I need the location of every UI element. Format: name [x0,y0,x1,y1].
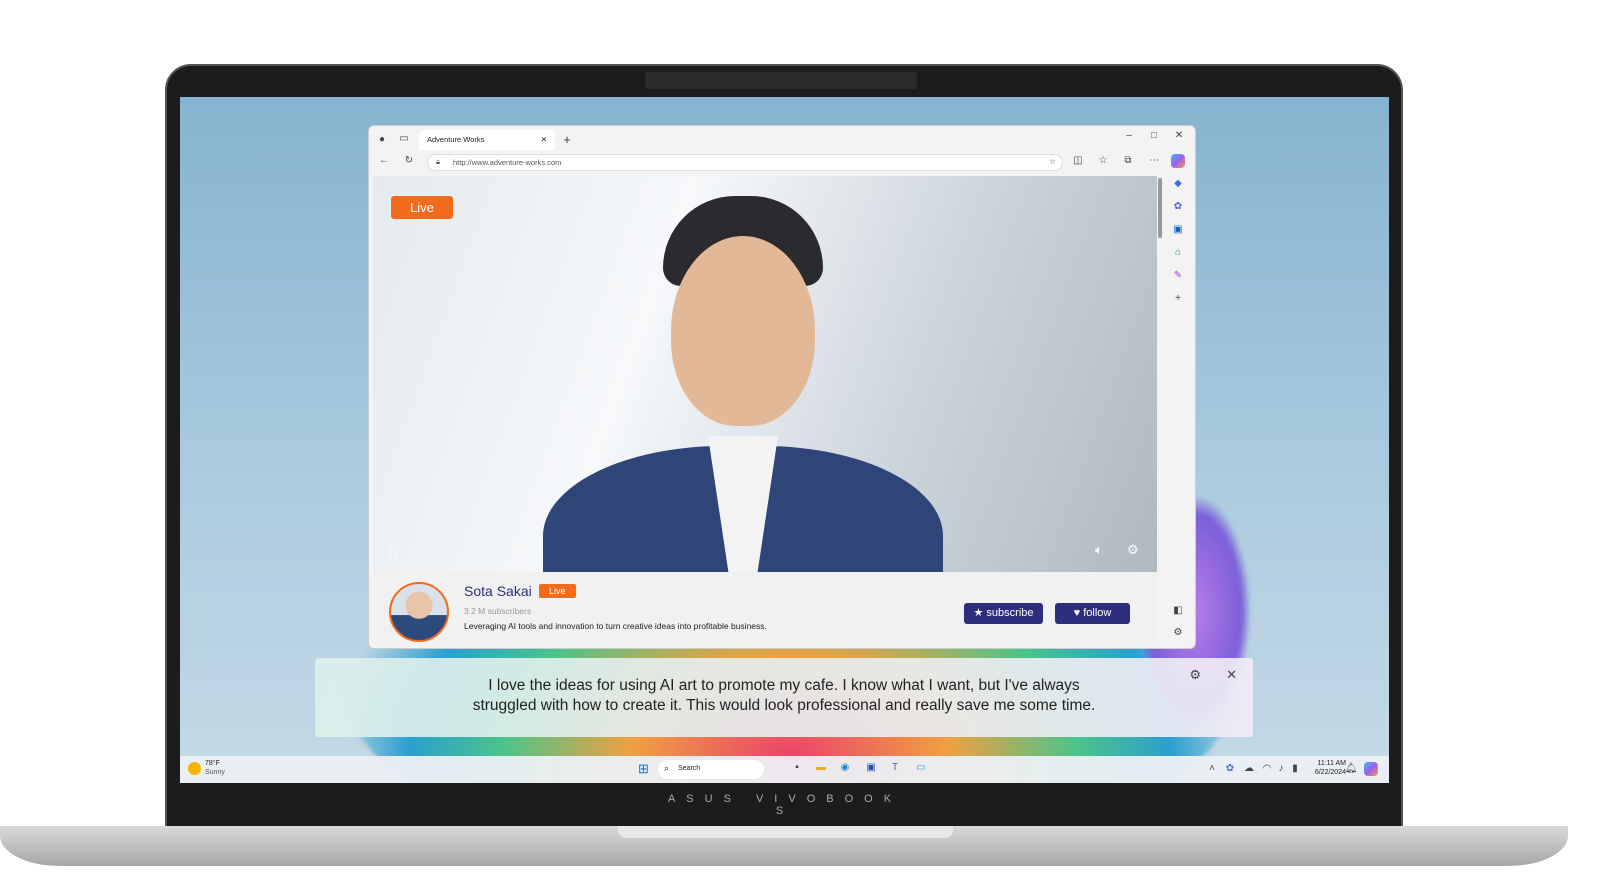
search-box[interactable]: ⌕ Search [658,760,764,779]
channel-info: Sota Sakai Live 3.2 M subscribers Levera… [373,572,1157,646]
laptop-brand: ASUS VIVOBOOK S [667,793,903,817]
follow-button[interactable]: ♥ follow [1055,603,1130,624]
screen: ● ▭ Adventure Works ✕ + – □ ✕ ← ↻ 🔒︎ http:… [180,97,1389,783]
browser-window: ● ▭ Adventure Works ✕ + – □ ✕ ← ↻ 🔒︎ http:… [368,125,1196,649]
favorites-icon[interactable]: ☆ [1096,155,1110,166]
split-screen-icon[interactable]: ◫ [1071,155,1085,166]
fullscreen-icon[interactable]: ⛶ [389,544,398,560]
search-icon: ⌕ [664,763,670,773]
volume-icon[interactable]: 🔈︎ [1095,542,1103,558]
live-caption: I love the ideas for using AI art to pro… [315,658,1253,737]
follow-label: follow [1083,607,1112,619]
camera-bar [645,72,917,89]
more-icon[interactable]: ⋯ [1147,155,1161,166]
caption-close-icon[interactable]: ✕ [1226,665,1237,685]
start-icon[interactable]: ⊞ [638,761,649,777]
weather-temp[interactable]: 78°F [205,760,220,767]
clock-time[interactable]: 11:11 AM [1308,760,1346,767]
onedrive-icon[interactable]: ☁ [1242,763,1256,774]
designer-icon[interactable]: ✎ [1171,270,1185,281]
back-icon[interactable]: ← [377,155,391,166]
live-badge: Live [391,196,453,219]
url-text: http://www.adventure-works.com [453,158,562,167]
caption-settings-icon[interactable]: ⚙ [1189,665,1201,685]
sidebar-toggle-icon[interactable]: ◧ [1171,605,1185,616]
taskbar: 78°F Sunny ⊞ ⌕ Search ▪ ▬ ◉ ▣ T ▭ ˄ ✿ ☁ ◠… [180,756,1389,783]
live-badge-small: Live [539,584,576,598]
edge-icon[interactable]: ◉ [838,762,852,773]
heart-icon: ♥ [1073,607,1084,619]
copilot-icon[interactable] [1171,154,1185,168]
collections-icon[interactable]: ⧉ [1121,155,1135,166]
tab-adventure-works[interactable]: Adventure Works ✕ [419,130,555,150]
subscriber-count: 3.2 M subscribers [464,606,532,616]
volume-tray-icon[interactable]: ♪ [1274,763,1288,774]
search-placeholder: Search [678,765,701,772]
caption-line: struggled with how to create it. This wo… [472,697,1096,714]
channel-name[interactable]: Sota Sakai [464,583,532,599]
teams-icon[interactable]: T [888,762,902,773]
close-tab-icon[interactable]: ✕ [541,135,547,144]
weather-desc[interactable]: Sunny [205,769,225,776]
clock-date[interactable]: 6/22/2024 [1308,769,1346,776]
notification-icon[interactable]: 🔔︎ [1344,763,1358,774]
tab-actions-icon[interactable]: ▭ [397,133,411,144]
chevron-up-icon[interactable]: ˄ [1205,763,1219,774]
tray-app-icon[interactable]: ✿ [1223,763,1237,774]
tab-title: Adventure Works [427,135,485,144]
copilot-taskbar-icon[interactable] [1364,762,1378,776]
lock-icon: 🔒︎ [436,157,440,166]
add-icon[interactable]: + [1171,293,1185,304]
channel-description: Leveraging AI tools and innovation to tu… [464,621,767,631]
favorite-add-icon[interactable]: ☆ [1049,157,1056,166]
maximize-icon[interactable]: □ [1147,130,1161,141]
store-icon[interactable]: ▣ [864,762,878,773]
battery-icon[interactable]: ▮ [1288,763,1302,774]
caption-line: I love the ideas for using AI art to pro… [488,677,1080,694]
star-icon: ★ [973,607,987,619]
file-explorer-icon[interactable]: ▬ [814,762,828,773]
hinge-notch [618,826,953,838]
extension-icon[interactable]: ✿ [1171,201,1185,212]
sun-icon [188,762,201,775]
address-bar[interactable]: 🔒︎ http://www.adventure-works.com ☆ [427,154,1063,171]
subscribe-button[interactable]: ★ subscribe [964,603,1043,624]
app-icon[interactable]: ▭ [914,762,928,773]
avatar[interactable] [389,582,449,642]
sidebar-settings-icon[interactable]: ⚙ [1171,627,1185,638]
outlook-icon[interactable]: ▣ [1171,224,1185,235]
shopping-icon[interactable]: ⌂ [1171,247,1185,258]
video-player[interactable]: Live ⛶ 🔈︎ ⚙ [373,176,1157,572]
tag-icon[interactable]: ◆ [1171,178,1185,189]
wifi-icon[interactable]: ◠ [1260,763,1274,774]
subscribe-label: subscribe [986,607,1034,619]
edge-sidebar: ◆ ✿ ▣ ⌂ ✎ + ◧ ⚙ [1161,154,1195,648]
close-window-icon[interactable]: ✕ [1172,130,1186,141]
new-tab-icon[interactable]: + [560,132,574,147]
presenter-figure [543,196,943,572]
settings-icon[interactable]: ⚙ [1127,542,1139,558]
task-view-icon[interactable]: ▪ [790,762,804,773]
refresh-icon[interactable]: ↻ [402,155,416,166]
profile-icon[interactable]: ● [375,134,389,145]
minimize-icon[interactable]: – [1122,130,1136,141]
